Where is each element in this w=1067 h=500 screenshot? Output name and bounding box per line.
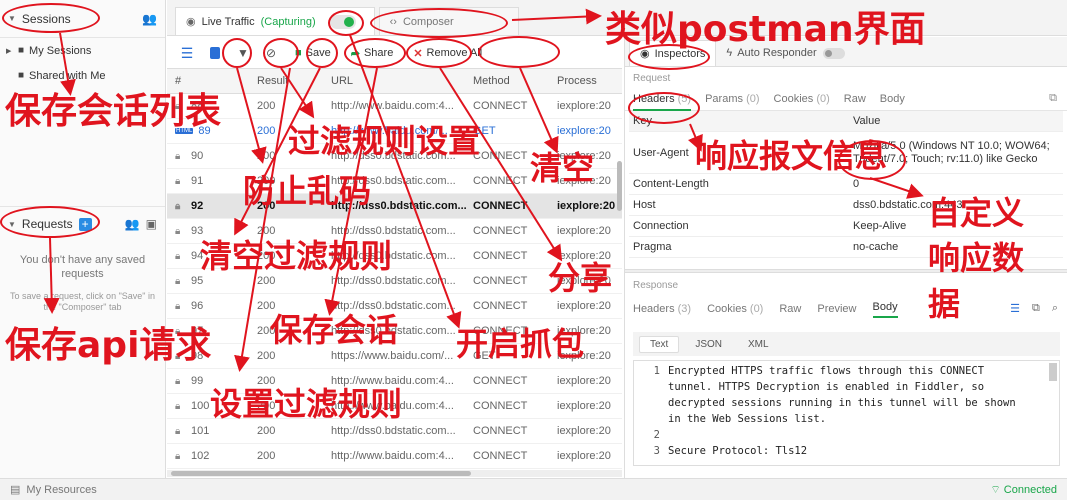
annotation-clear-filter: 清空过滤规则 — [200, 237, 393, 275]
annotation-clear: 清空 — [530, 149, 595, 187]
annotation-custom-response-2: 响应数 — [928, 239, 1025, 277]
annotation-response-info: 响应报文信息 — [695, 137, 888, 175]
annotation-save-session: 保存会话 — [270, 311, 399, 349]
annotation-custom-response-3: 据 — [928, 285, 961, 323]
annotation-postman: 类似postman界面 — [605, 9, 926, 50]
annotation-filter-settings: 过滤规则设置 — [288, 122, 481, 160]
annotation-share: 分享 — [548, 259, 613, 297]
annotation-custom-response-1: 自定义 — [928, 194, 1025, 232]
annotation-prevent-garbled: 防止乱码 — [243, 172, 372, 210]
annotation-save-session-list: 保存会话列表 — [5, 91, 222, 132]
annotation-arrows — [43, 8, 924, 372]
annotation-start-capture: 开启抓包 — [456, 325, 585, 363]
fiddler-everywhere-window: ▼ Sessions 👥 ▶ ■ My Sessions ■ Shared wi… — [0, 0, 1067, 500]
annotation-set-filter: 设置过滤规则 — [210, 385, 403, 423]
annotation-save-api-request: 保存api请求 — [5, 325, 212, 366]
